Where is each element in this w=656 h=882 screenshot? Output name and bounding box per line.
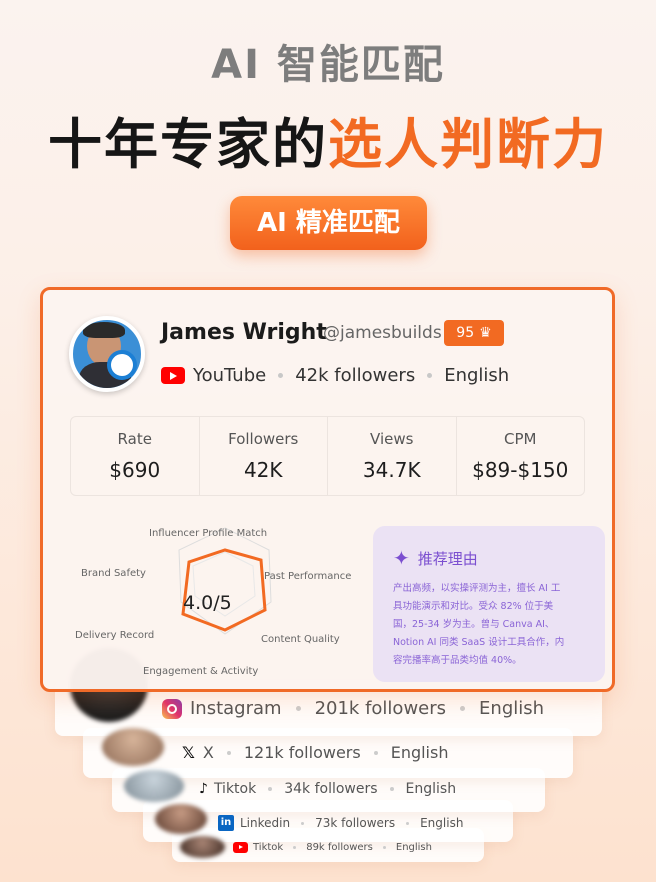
platform-label: YouTube xyxy=(193,365,267,386)
platform-row: YouTube 42k followers English xyxy=(161,365,509,386)
influencer-handle: @jamesbuilds xyxy=(323,323,442,343)
stack-row-x: 𝕏 X 121k followers English xyxy=(182,743,448,762)
platform-label: Tiktok xyxy=(253,842,284,853)
stat-label: Followers xyxy=(228,430,299,448)
stat-cpm: CPM $89-$150 xyxy=(457,417,585,495)
stat-value: $89-$150 xyxy=(472,458,569,482)
followers-label: 42k followers xyxy=(295,365,416,386)
tiktok-icon: ♪ xyxy=(199,781,208,797)
headline-main: 十年专家的 xyxy=(48,113,328,176)
influencer-name: James Wright xyxy=(161,320,327,345)
language-label: English xyxy=(405,781,457,797)
youtube-icon xyxy=(233,842,248,853)
headline: 十年专家的选人判断力 xyxy=(0,100,656,179)
followers-label: 121k followers xyxy=(243,743,361,762)
x-icon: 𝕏 xyxy=(182,743,195,762)
language-label: English xyxy=(390,743,449,762)
stat-label: Rate xyxy=(117,430,152,448)
stack-row-linkedin: in Linkedin 73k followers English xyxy=(218,815,463,831)
page-kicker: AI 智能匹配 xyxy=(211,42,445,88)
followers-label: 34k followers xyxy=(284,781,378,797)
ai-match-pill: AI 精准匹配 xyxy=(230,196,427,250)
recommendation-text: 产出高频，以实操评测为主，擅长 AI 工 具功能演示和对比。受众 82% 位于美… xyxy=(393,583,565,666)
recommendation-panel: ✦ 推荐理由 产出高频，以实操评测为主，擅长 AI 工 具功能演示和对比。受众 … xyxy=(373,526,605,682)
linkedin-icon: in xyxy=(218,815,234,831)
stat-followers: Followers 42K xyxy=(200,417,328,495)
stat-value: 34.7K xyxy=(362,458,421,482)
influencer-card[interactable]: James Wright @jamesbuilds 95 ♛ YouTube 4… xyxy=(40,287,615,692)
stack-row-tiktok: ♪ Tiktok 34k followers English xyxy=(199,781,456,797)
followers-label: 89k followers xyxy=(306,842,373,853)
language-label: English xyxy=(420,816,464,830)
crown-icon: ♛ xyxy=(479,325,492,341)
language-label: English xyxy=(479,698,545,719)
radar-label-engagement: Engagement & Activity xyxy=(143,666,259,677)
stat-value: $690 xyxy=(109,458,161,482)
stack-avatar-5 xyxy=(180,836,225,858)
instagram-icon xyxy=(162,698,182,719)
headline-highlight: 选人判断力 xyxy=(328,113,608,176)
stat-label: CPM xyxy=(504,430,537,448)
platform-label: Tiktok xyxy=(213,781,257,797)
radar-score: 4.0/5 xyxy=(183,592,232,614)
radar-label-brand: Brand Safety xyxy=(81,568,146,579)
radar-score-shape xyxy=(181,548,267,632)
followers-label: 73k followers xyxy=(315,816,396,830)
stack-row-tiktok-2: Tiktok 89k followers English xyxy=(233,842,432,853)
stack-avatar-2 xyxy=(102,728,164,766)
stat-rate: Rate $690 xyxy=(71,417,200,495)
stat-label: Views xyxy=(370,430,414,448)
avatar xyxy=(69,316,145,392)
sparkle-icon: ✦ xyxy=(393,546,410,570)
stat-views: Views 34.7K xyxy=(328,417,457,495)
stat-value: 42K xyxy=(243,458,283,482)
language-label: English xyxy=(395,842,432,853)
score-value: 95 xyxy=(456,325,475,341)
platform-label: X xyxy=(202,743,214,762)
match-score-badge: 95 ♛ xyxy=(444,320,504,346)
platform-label: Linkedin xyxy=(240,816,291,830)
followers-label: 201k followers xyxy=(314,698,447,719)
radar-label-content: Content Quality xyxy=(261,634,340,645)
youtube-icon xyxy=(161,367,185,384)
radar-label-profile: Influencer Profile Match xyxy=(149,528,268,539)
recommendation-title: ✦ 推荐理由 xyxy=(393,546,478,570)
radar-label-past: Past Performance xyxy=(264,571,352,582)
stack-avatar-3 xyxy=(124,770,184,802)
language-label: English xyxy=(444,365,510,386)
radar-label-delivery: Delivery Record xyxy=(75,630,155,641)
stack-row-instagram: Instagram 201k followers English xyxy=(162,698,544,719)
stats-grid: Rate $690 Followers 42K Views 34.7K CPM … xyxy=(70,416,585,496)
stack-avatar-4 xyxy=(155,804,207,834)
platform-label: Instagram xyxy=(190,698,282,719)
